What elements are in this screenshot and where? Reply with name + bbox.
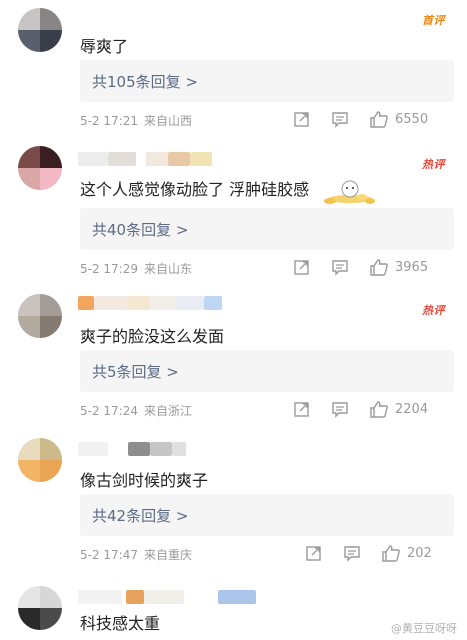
comment-icon[interactable] — [331, 400, 349, 418]
comment-meta: 5-2 17:29 来自山东 — [80, 260, 192, 277]
like-icon[interactable] — [369, 400, 389, 418]
comment-text: 这个人感觉像动脸了 浮肿硅胶感 — [80, 176, 376, 205]
comment-date: 5-2 17:24 — [80, 404, 138, 418]
share-icon[interactable] — [293, 258, 311, 276]
comment-icon[interactable] — [343, 544, 361, 562]
comment-icon[interactable] — [331, 258, 349, 276]
comment-text: 爽子的脸没这么发面 — [80, 327, 225, 346]
gold-coins-emoji-icon — [324, 180, 376, 204]
avatar[interactable] — [18, 586, 62, 630]
reply-thread-link[interactable]: 共40条回复 > — [80, 208, 454, 250]
share-icon[interactable] — [293, 110, 311, 128]
like-count: 6550 — [395, 112, 429, 127]
reply-count-label: 共105条回复 > — [92, 73, 198, 91]
comment-text: 辱爽了 — [80, 37, 129, 56]
avatar[interactable] — [18, 8, 62, 52]
comment-location: 来自山西 — [144, 114, 193, 128]
comment-date: 5-2 17:47 — [80, 548, 138, 562]
comment-location: 来自浙江 — [144, 404, 193, 418]
reply-count-label: 共5条回复 > — [92, 363, 179, 381]
like-icon[interactable] — [369, 258, 389, 276]
comment-text-content: 这个人感觉像动脸了 浮肿硅胶感 — [80, 180, 310, 199]
avatar[interactable] — [18, 438, 62, 482]
comment-actions: 3965 — [293, 258, 453, 278]
hot-comment-badge: 热评 — [422, 304, 445, 317]
hot-comment-badge: 热评 — [422, 158, 445, 171]
username-blurred[interactable] — [78, 296, 318, 310]
comment-actions: 202 — [293, 544, 453, 564]
first-comment-badge: 首评 — [422, 14, 445, 27]
comment-meta: 5-2 17:47 来自重庆 — [80, 546, 192, 563]
share-icon[interactable] — [293, 400, 311, 418]
reply-count-label: 共42条回复 > — [92, 507, 189, 525]
comment-actions: 6550 — [293, 110, 453, 130]
comment-location: 来自山东 — [144, 262, 193, 276]
like-icon[interactable] — [369, 110, 389, 128]
comment-meta: 5-2 17:24 来自浙江 — [80, 402, 192, 419]
comment-meta: 5-2 17:21 来自山西 — [80, 112, 192, 129]
comment-actions: 2204 — [293, 400, 453, 420]
share-icon[interactable] — [305, 544, 323, 562]
reply-thread-link[interactable]: 共42条回复 > — [80, 494, 454, 536]
like-count: 3965 — [395, 260, 429, 275]
avatar[interactable] — [18, 294, 62, 338]
comment-text: 像古剑时候的爽子 — [80, 471, 209, 490]
reply-thread-link[interactable]: 共105条回复 > — [80, 60, 454, 102]
watermark: @黄豆豆呀呀 — [391, 622, 457, 635]
reply-count-label: 共40条回复 > — [92, 221, 189, 239]
avatar[interactable] — [18, 146, 62, 190]
reply-thread-link[interactable]: 共5条回复 > — [80, 350, 454, 392]
comment-date: 5-2 17:29 — [80, 262, 138, 276]
comment-date: 5-2 17:21 — [80, 114, 138, 128]
username-blurred[interactable] — [78, 152, 318, 166]
comment-text: 科技感太重 — [80, 614, 161, 633]
username-blurred[interactable] — [78, 442, 318, 456]
like-count: 2204 — [395, 402, 429, 417]
like-count: 202 — [407, 546, 432, 561]
comment-icon[interactable] — [331, 110, 349, 128]
like-icon[interactable] — [381, 544, 401, 562]
comment-location: 来自重庆 — [144, 548, 193, 562]
username-blurred[interactable] — [78, 590, 318, 604]
